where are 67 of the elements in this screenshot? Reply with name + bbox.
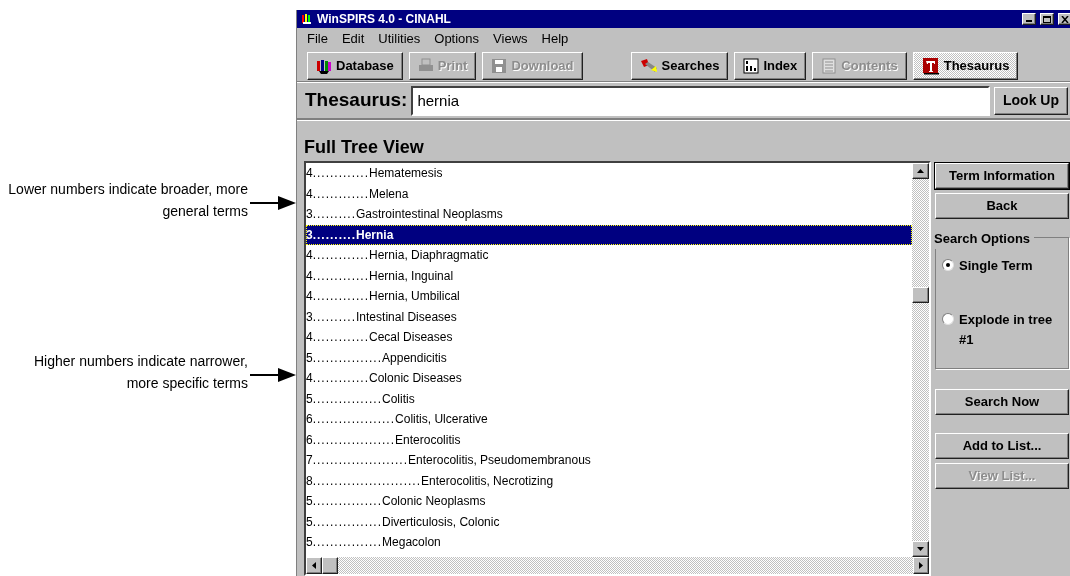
scroll-right-icon	[919, 562, 923, 569]
radio-button[interactable]	[942, 259, 954, 271]
radio-label[interactable]: Explode in tree #1	[959, 310, 1062, 350]
arrow	[250, 367, 296, 383]
minimize-icon	[1026, 20, 1032, 22]
tree-row[interactable]: 3..........Gastrointestinal Neoplasms	[306, 204, 912, 225]
menu-item[interactable]: Options	[434, 29, 480, 49]
vertical-scrollbar[interactable]	[912, 163, 929, 557]
toolbar-button[interactable]: Searches	[630, 51, 729, 80]
scroll-left-icon	[312, 562, 316, 569]
maximize-icon	[1043, 15, 1051, 23]
arrow	[250, 195, 296, 211]
side-button[interactable]: Search Now	[935, 389, 1069, 415]
tree-row[interactable]: 4.............Melena	[306, 183, 912, 204]
app-icon	[301, 13, 313, 25]
tree-row[interactable]: 4.............Hernia, Umbilical	[306, 286, 912, 307]
radio-label[interactable]: Single Term	[959, 256, 1033, 276]
side-button[interactable]: Term Information	[935, 163, 1069, 189]
toolbar-button[interactable]: Database	[307, 51, 403, 80]
menu-item[interactable]: Views	[493, 29, 528, 49]
books-icon	[316, 57, 332, 74]
tree-row[interactable]: 6...................Colitis, Ulcerative	[306, 409, 912, 430]
tree-row[interactable]: 6...................Enterocolitis	[306, 429, 912, 450]
menu-item[interactable]: Utilities	[378, 29, 421, 49]
tree-row[interactable]: 4.............Colonic Diseases	[306, 368, 912, 389]
menu-item[interactable]: File	[307, 29, 328, 49]
toolbar-button[interactable]: Index	[734, 51, 807, 80]
maximize-button[interactable]	[1040, 13, 1054, 25]
tree-row[interactable]: 4.............Hernia, Inguinal	[306, 265, 912, 286]
annotation-text: Lower numbers indicate broader, more general terms	[7, 180, 249, 221]
tree-row[interactable]: 5................Diverticulosis, Colonic	[306, 511, 912, 532]
search-label: Thesaurus:	[305, 88, 408, 113]
radio-button[interactable]	[942, 313, 954, 325]
scroll-thumb[interactable]	[322, 557, 338, 574]
section-title: Full Tree View	[304, 136, 425, 159]
tree-row[interactable]: 8.........................Enterocolitis, Necrotizing	[306, 470, 912, 491]
menu-item[interactable]: Edit	[341, 29, 365, 49]
tree-row[interactable]: 5................Appendicitis	[306, 347, 912, 368]
tree-row[interactable]: 4.............Cecal Diseases	[306, 327, 912, 348]
tree-row[interactable]: 4.............Hernia, Diaphragmatic	[306, 245, 912, 266]
tree-row[interactable]: 5................Colonic Neoplasms	[306, 491, 912, 512]
tree-row[interactable]: 4.............Hematemesis	[306, 163, 912, 184]
minimize-button[interactable]	[1022, 13, 1036, 25]
look-up-button[interactable]: Look Up	[994, 86, 1068, 115]
tree-row[interactable]: 7......................Enterocolitis, Pseudomembranous	[306, 450, 912, 471]
document-icon	[821, 57, 838, 74]
menu-item[interactable]: Help	[541, 29, 569, 49]
scroll-thumb[interactable]	[912, 287, 929, 303]
annotation-text: Higher numbers indicate narrower, more specific terms	[33, 352, 249, 393]
tree-row[interactable]: 3..........Intestinal Diseases	[306, 306, 912, 327]
side-button[interactable]: Back	[935, 193, 1069, 219]
book-icon	[921, 56, 940, 75]
tree-row[interactable]: 5................Megacolon	[306, 532, 912, 553]
tree-row[interactable]: 5................Colitis	[306, 388, 912, 409]
flashlight-icon	[639, 57, 658, 74]
scroll-down-icon	[917, 547, 924, 551]
close-button[interactable]	[1058, 13, 1070, 25]
toolbar-button[interactable]: Thesaurus	[912, 51, 1019, 80]
window-title: WinSPIRS 4.0 - CINAHL	[317, 11, 452, 28]
horizontal-scrollbar[interactable]	[306, 557, 929, 574]
printer-icon	[417, 57, 434, 74]
scroll-up-icon	[917, 169, 924, 173]
tree-row[interactable]: 3..........Hernia	[306, 224, 912, 245]
close-icon	[1061, 15, 1069, 23]
index-icon	[743, 57, 760, 74]
side-button[interactable]: Add to List...	[935, 433, 1069, 459]
search-field[interactable]: hernia	[411, 85, 990, 116]
